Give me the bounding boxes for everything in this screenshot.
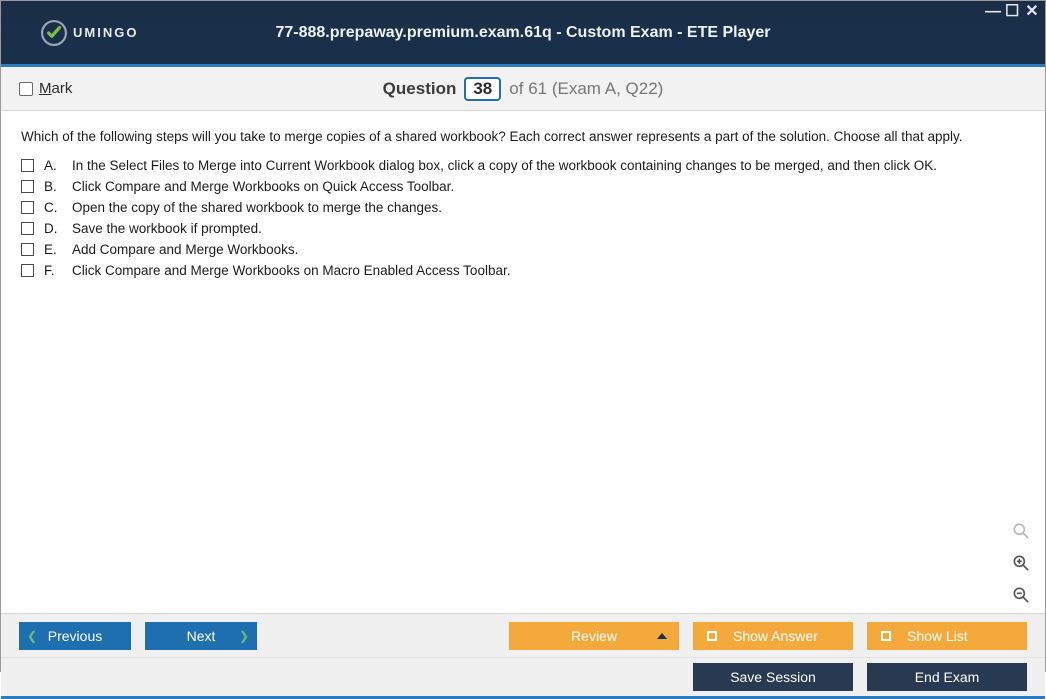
- zoom-in-icon[interactable]: [1009, 551, 1033, 575]
- question-number: Question 38 of 61 (Exam A, Q22): [1, 77, 1045, 101]
- question-header: Mark Question 38 of 61 (Exam A, Q22): [1, 67, 1045, 111]
- save-session-button[interactable]: Save Session: [693, 663, 853, 691]
- triangle-up-icon: [657, 633, 667, 639]
- chevron-left-icon: ❮: [27, 629, 37, 643]
- window-title: 77-888.prepaway.premium.exam.61q - Custo…: [1, 24, 1045, 42]
- option-text: Save the workbook if prompted.: [72, 221, 262, 236]
- close-button[interactable]: ✕: [1025, 5, 1039, 19]
- option-text: Click Compare and Merge Workbooks on Qui…: [72, 179, 454, 194]
- end-exam-button[interactable]: End Exam: [867, 663, 1027, 691]
- chevron-right-icon: ❯: [239, 629, 249, 643]
- option-a[interactable]: A. In the Select Files to Merge into Curr…: [21, 158, 1025, 173]
- square-icon: [881, 631, 891, 641]
- option-text: Open the copy of the shared workbook to …: [72, 200, 442, 215]
- search-icon[interactable]: [1009, 519, 1033, 543]
- footer-actions: Save Session End Exam: [1, 657, 1045, 699]
- minimize-button[interactable]: —: [985, 5, 999, 19]
- option-text: Add Compare and Merge Workbooks.: [72, 242, 298, 257]
- option-e[interactable]: E. Add Compare and Merge Workbooks.: [21, 242, 1025, 257]
- option-f[interactable]: F. Click Compare and Merge Workbooks on M…: [21, 263, 1025, 278]
- option-c[interactable]: C. Open the copy of the shared workbook t…: [21, 200, 1025, 215]
- checkbox-icon: [19, 82, 33, 96]
- window-controls: — ☐ ✕: [985, 5, 1039, 19]
- question-text: Which of the following steps will you ta…: [21, 129, 1025, 144]
- option-letter: D.: [44, 221, 62, 236]
- zoom-tools: [1009, 519, 1033, 607]
- option-text: In the Select Files to Merge into Curren…: [72, 158, 937, 173]
- option-d[interactable]: D. Save the workbook if prompted.: [21, 221, 1025, 236]
- mark-checkbox[interactable]: Mark: [19, 80, 72, 97]
- logo-icon: [41, 20, 67, 46]
- show-answer-button[interactable]: Show Answer: [693, 622, 853, 650]
- options-list: A. In the Select Files to Merge into Curr…: [21, 158, 1025, 278]
- option-letter: B.: [44, 179, 62, 194]
- checkbox-icon: [21, 222, 34, 235]
- logo-text: UMINGO: [73, 25, 138, 40]
- option-letter: C.: [44, 200, 62, 215]
- maximize-button[interactable]: ☐: [1005, 5, 1019, 19]
- mark-label: Mark: [39, 80, 72, 97]
- zoom-out-icon[interactable]: [1009, 583, 1033, 607]
- checkbox-icon: [21, 201, 34, 214]
- question-current: 38: [464, 77, 501, 101]
- app-logo: UMINGO: [41, 20, 138, 46]
- option-b[interactable]: B. Click Compare and Merge Workbooks on Q…: [21, 179, 1025, 194]
- footer-nav: ❮ Previous Next ❯ Review Show Answer Sho…: [1, 613, 1045, 657]
- title-bar: UMINGO 77-888.prepaway.premium.exam.61q …: [1, 1, 1045, 67]
- checkbox-icon: [21, 159, 34, 172]
- review-button[interactable]: Review: [509, 622, 679, 650]
- option-text: Click Compare and Merge Workbooks on Mac…: [72, 263, 510, 278]
- next-button[interactable]: Next ❯: [145, 622, 257, 650]
- option-letter: E.: [44, 242, 62, 257]
- checkbox-icon: [21, 264, 34, 277]
- square-icon: [707, 631, 717, 641]
- previous-button[interactable]: ❮ Previous: [19, 622, 131, 650]
- option-letter: F.: [44, 263, 62, 278]
- option-letter: A.: [44, 158, 62, 173]
- checkbox-icon: [21, 243, 34, 256]
- checkbox-icon: [21, 180, 34, 193]
- show-list-button[interactable]: Show List: [867, 622, 1027, 650]
- question-content: Which of the following steps will you ta…: [1, 111, 1045, 613]
